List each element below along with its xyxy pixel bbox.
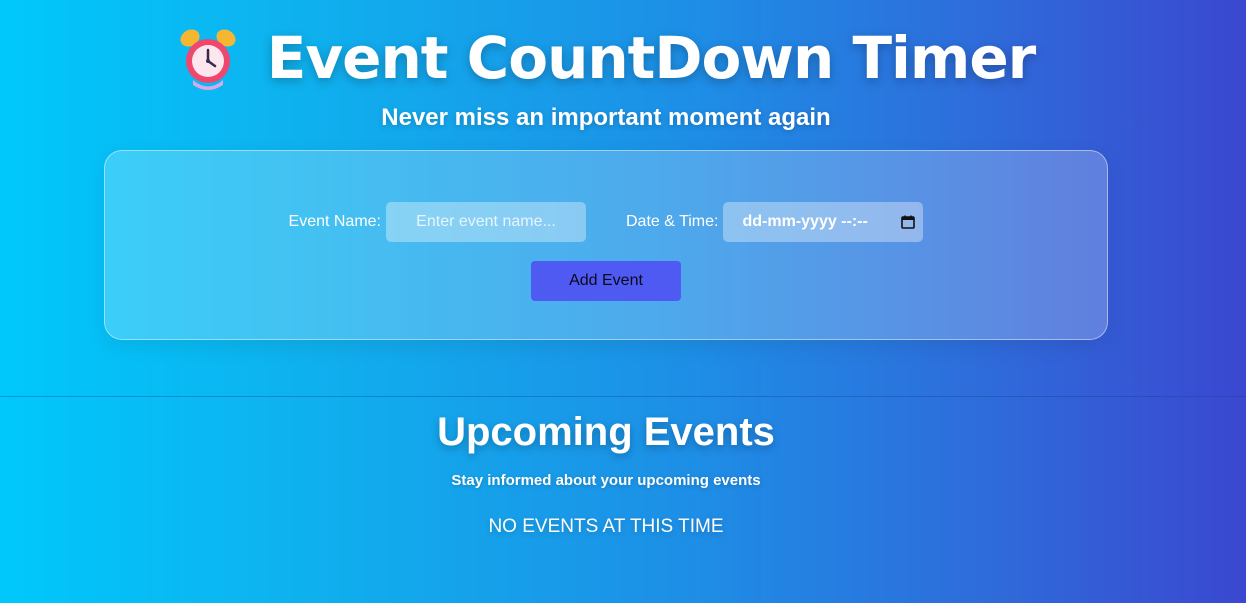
date-time-input[interactable]: dd-mm-yyyy --:-- (723, 202, 924, 242)
event-name-label: Event Name: (288, 213, 381, 230)
add-event-button[interactable]: Add Event (531, 261, 681, 301)
section-divider (0, 396, 1246, 397)
calendar-icon[interactable] (901, 215, 916, 229)
page-title: Event CountDown Timer (266, 24, 1037, 92)
form-fields-row: Event Name: Date & Time: dd-mm-yyyy --:-… (105, 202, 1107, 242)
page-subtitle: Never miss an important moment again (381, 104, 831, 131)
alarm-clock-icon (177, 25, 239, 91)
upcoming-events-title: Upcoming Events (437, 410, 775, 454)
upcoming-events-subtitle: Stay informed about your upcoming events (451, 472, 761, 489)
add-event-form: Event Name: Date & Time: dd-mm-yyyy --:-… (104, 150, 1108, 340)
date-time-label: Date & Time: (626, 213, 719, 230)
event-name-input[interactable] (386, 202, 586, 242)
date-time-placeholder: dd-mm-yyyy --:-- (742, 213, 868, 230)
empty-events-message: NO EVENTS AT THIS TIME (488, 516, 724, 537)
title-row: Event CountDown Timer (0, 22, 1212, 94)
